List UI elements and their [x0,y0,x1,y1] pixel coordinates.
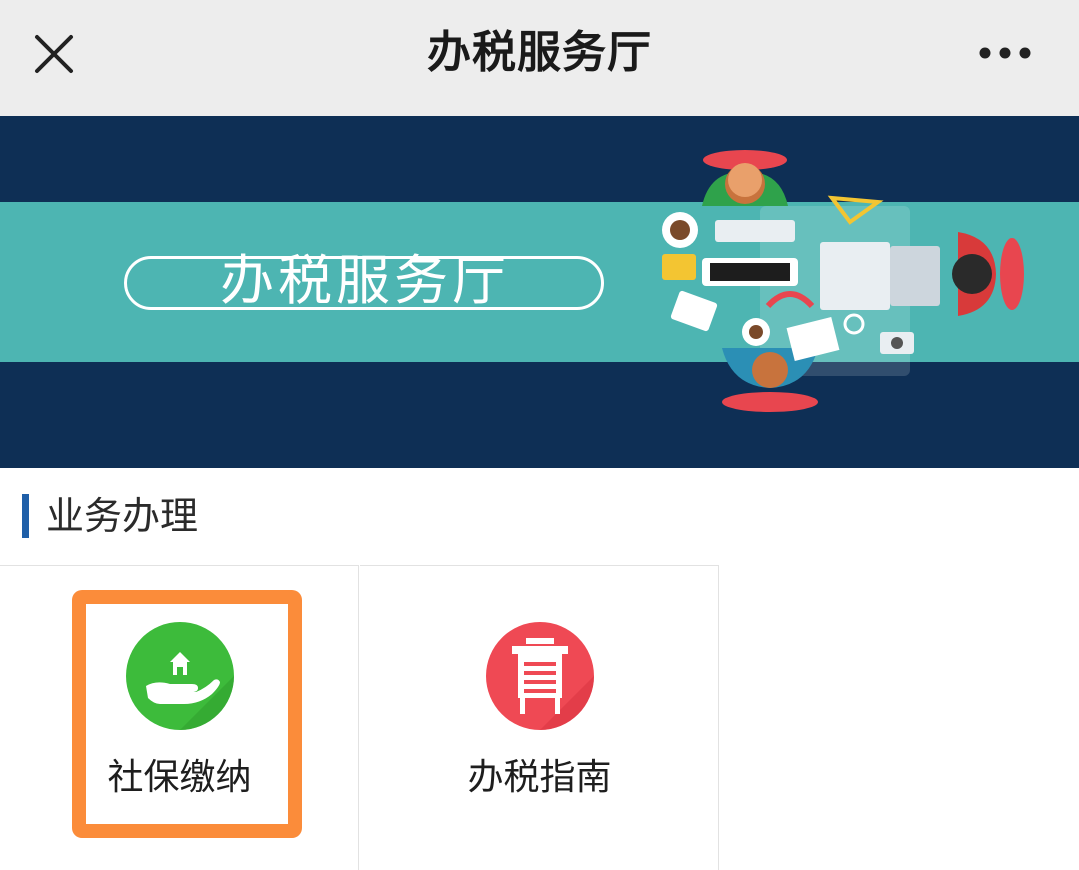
page: 办税服务厅 办税服务厅 业务办理 社保缴纳 办税指南 [0,0,1079,870]
meeting-illustration [662,150,1024,412]
guide-board-icon [486,622,594,730]
section-accent-bar [22,494,29,538]
service-label: 社保缴纳 [107,757,252,798]
top-bar: 办税服务厅 [0,0,1079,116]
service-grid: 社保缴纳 办税指南 [0,565,720,870]
service-label: 办税指南 [467,757,612,798]
section-title: 业务办理 [46,494,199,538]
service-social-insurance[interactable]: 社保缴纳 [0,565,359,870]
hand-house-icon [126,622,234,730]
page-title: 办税服务厅 [427,27,652,78]
service-tax-guide[interactable]: 办税指南 [360,565,719,870]
more-button[interactable] [970,28,1040,78]
banner[interactable]: 办税服务厅 [0,116,1079,468]
banner-title: 办税服务厅 [220,249,510,312]
more-icon [979,47,1031,59]
